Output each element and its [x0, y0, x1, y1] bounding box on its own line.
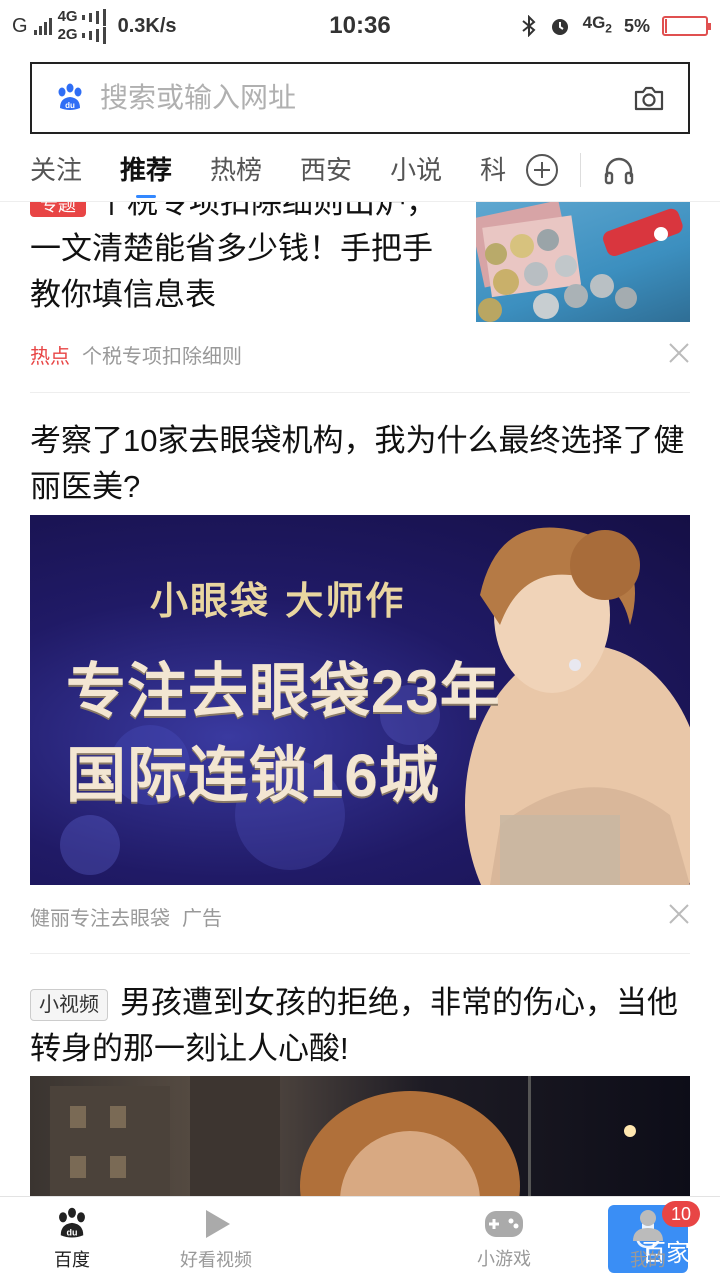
tab-novel[interactable]: 小说	[390, 138, 442, 202]
news-title[interactable]: 考察了10家去眼袋机构，我为什么最终选择了健丽医美?	[30, 418, 690, 510]
plus-circle-icon	[526, 153, 559, 186]
search-input[interactable]	[100, 82, 632, 114]
status-bar: G 4G 2G 0.3K/s 10:36 4G2 5%	[0, 0, 720, 52]
headphones-icon	[604, 157, 634, 184]
baidu-paw-icon: du	[58, 83, 82, 110]
tab-follow[interactable]: 关注	[30, 138, 82, 202]
ad-banner[interactable]: 小眼袋 大师作 专注去眼袋23年 国际连锁16城	[30, 515, 690, 885]
close-icon[interactable]	[668, 342, 690, 364]
nav-label: 小游戏	[477, 1248, 531, 1269]
video-still	[50, 1076, 636, 1196]
signal-icon	[33, 17, 52, 35]
sim1-label: G	[12, 14, 28, 37]
topic-tag: 专题	[30, 202, 86, 217]
alarm-icon	[551, 19, 568, 35]
news-meta: 健丽专注去眼袋 广告	[30, 902, 222, 931]
ad-label: 广告	[182, 908, 222, 930]
nav-mini-games[interactable]: 小游戏	[432, 1197, 576, 1280]
bluetooth-icon	[521, 15, 536, 37]
battery-icon	[662, 16, 711, 36]
nav-label: 百度	[54, 1249, 90, 1270]
listen-button[interactable]	[599, 150, 639, 190]
tab-hot-list[interactable]: 热榜	[210, 138, 262, 202]
news-thumbnail[interactable]	[476, 202, 690, 322]
signal-icon	[81, 8, 106, 26]
user-icon	[633, 1209, 663, 1241]
nav-haokan-video[interactable]: 好看视频	[144, 1197, 288, 1280]
video-thumbnail[interactable]	[30, 1076, 690, 1196]
close-icon[interactable]	[668, 903, 690, 925]
news-feed[interactable]: 专题 个税专项扣除细则出炉，一文清楚能省多少钱！手把手教你填信息表 热点 个税专项…	[0, 202, 720, 1196]
tab-xian[interactable]: 西安	[300, 138, 352, 202]
news-meta: 热点 个税专项扣除细则	[30, 340, 242, 369]
channel-tabs: 关注 推荐 热榜 西安 小说 科	[0, 138, 720, 202]
bottom-nav: du 百度 好看视频 百家 小游戏 我的 10	[0, 1196, 720, 1280]
search-bar[interactable]: du	[30, 62, 690, 134]
network-type: 4G 2G	[58, 8, 106, 44]
svg-text:du: du	[67, 1227, 78, 1237]
camera-icon[interactable]	[632, 81, 666, 115]
svg-text:du: du	[65, 101, 75, 110]
play-icon	[206, 1209, 230, 1238]
tab-tech[interactable]: 科	[480, 138, 508, 202]
ad-subheadline: 国际连锁16城	[66, 742, 440, 809]
ad-brand: 小眼袋 大师作	[150, 578, 406, 623]
divider	[30, 953, 690, 954]
add-channel-button[interactable]	[522, 150, 562, 190]
coins-image	[476, 202, 683, 322]
tab-divider	[580, 152, 582, 187]
baidu-paw-icon: du	[59, 1207, 85, 1237]
network-4g-label: 4G2	[582, 13, 612, 36]
source-label: 个税专项扣除细则	[82, 346, 242, 368]
news-title[interactable]: 专题 个税专项扣除细则出炉，一文清楚能省多少钱！手把手教你填信息表	[30, 202, 440, 318]
signal-icon	[81, 26, 106, 44]
network-speed: 0.3K/s	[117, 14, 177, 37]
nav-label: 我的	[630, 1249, 666, 1270]
notification-badge: 10	[662, 1201, 700, 1227]
news-title[interactable]: 小视频 男孩遭到女孩的拒绝，非常的伤心，当他转身的那一刻让人心酸!	[30, 980, 690, 1072]
nav-baidu[interactable]: du 百度	[0, 1197, 144, 1280]
short-video-tag: 小视频	[30, 988, 108, 1021]
tab-recommend[interactable]: 推荐	[120, 138, 172, 202]
nav-label: 好看视频	[180, 1249, 252, 1270]
battery-percent: 5%	[623, 15, 650, 36]
hot-label: 热点	[30, 346, 70, 368]
ad-headline: 专注去眼袋23年	[66, 658, 501, 725]
nav-mine[interactable]: 我的 10	[576, 1197, 720, 1280]
nav-baijia[interactable]: 百家	[288, 1197, 690, 1280]
gamepad-icon	[485, 1210, 523, 1237]
divider	[30, 392, 690, 393]
source-label: 健丽专注去眼袋	[30, 908, 170, 930]
